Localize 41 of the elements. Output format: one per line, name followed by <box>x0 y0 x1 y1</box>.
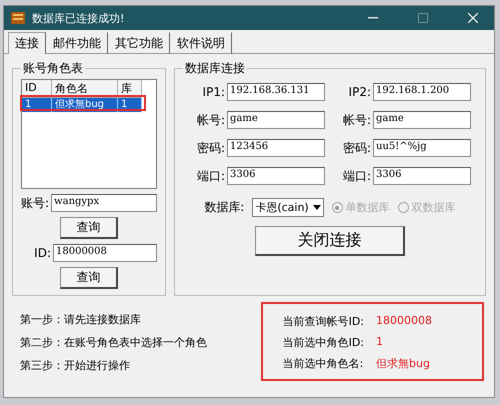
step-text: 第二步：在账号角色表中选择一个角色 <box>20 335 207 350</box>
step-text: 第一步：请先连接数据库 <box>20 312 142 327</box>
input-field[interactable]: 123456 <box>227 139 325 157</box>
field-label: 帐号: <box>342 112 371 128</box>
field-label: 密码: <box>342 140 371 156</box>
field-label: 端口: <box>196 168 225 184</box>
group-title: 账号角色表 <box>22 60 84 77</box>
tab[interactable]: 其它功能 <box>108 32 170 54</box>
status-label: 当前选中角色ID: <box>282 335 364 350</box>
field-label: 帐号: <box>196 112 225 128</box>
input-field[interactable]: 3306 <box>227 167 325 185</box>
query-button[interactable]: 查询 <box>60 217 118 239</box>
query-button[interactable]: 查询 <box>60 267 118 289</box>
field-label: IP2: <box>348 85 371 99</box>
input-field[interactable]: 192.168.1.200 <box>373 83 471 101</box>
field-label: IP1: <box>202 85 225 99</box>
account-field[interactable]: wangypx <box>51 194 157 212</box>
status-value: 1 <box>376 335 384 350</box>
field-label: 端口: <box>342 168 371 184</box>
input-field[interactable]: uu5!^%jg <box>373 139 471 157</box>
database-dropdown[interactable]: 卡恩(cain) <box>252 198 324 217</box>
field-label: ID: <box>33 246 51 260</box>
window-title: 数据库已连接成功! <box>32 10 124 26</box>
status-label: 当前查询帐号ID: <box>282 314 364 329</box>
input-field[interactable]: 3306 <box>373 167 471 185</box>
tab[interactable]: 邮件功能 <box>46 32 108 54</box>
field-label: 密码: <box>196 140 225 156</box>
status-value: 但求無bug <box>376 356 431 371</box>
field-label: 数据库: <box>204 199 244 216</box>
input-field[interactable]: game <box>373 111 471 129</box>
tab[interactable]: 连接 <box>8 32 46 54</box>
id-field[interactable]: 18000008 <box>53 244 157 262</box>
group-title: 数据库连接 <box>184 60 246 77</box>
status-value: 18000008 <box>376 314 432 329</box>
step-text: 第三步：开始进行操作 <box>20 358 131 373</box>
field-label: 账号: <box>21 194 50 212</box>
tab[interactable]: 软件说明 <box>170 32 232 54</box>
input-field[interactable]: 192.168.36.131 <box>227 83 325 101</box>
close-connection-button[interactable]: 关闭连接 <box>255 226 405 256</box>
status-label: 当前选中角色名: <box>282 356 364 371</box>
input-field[interactable]: game <box>227 111 325 129</box>
